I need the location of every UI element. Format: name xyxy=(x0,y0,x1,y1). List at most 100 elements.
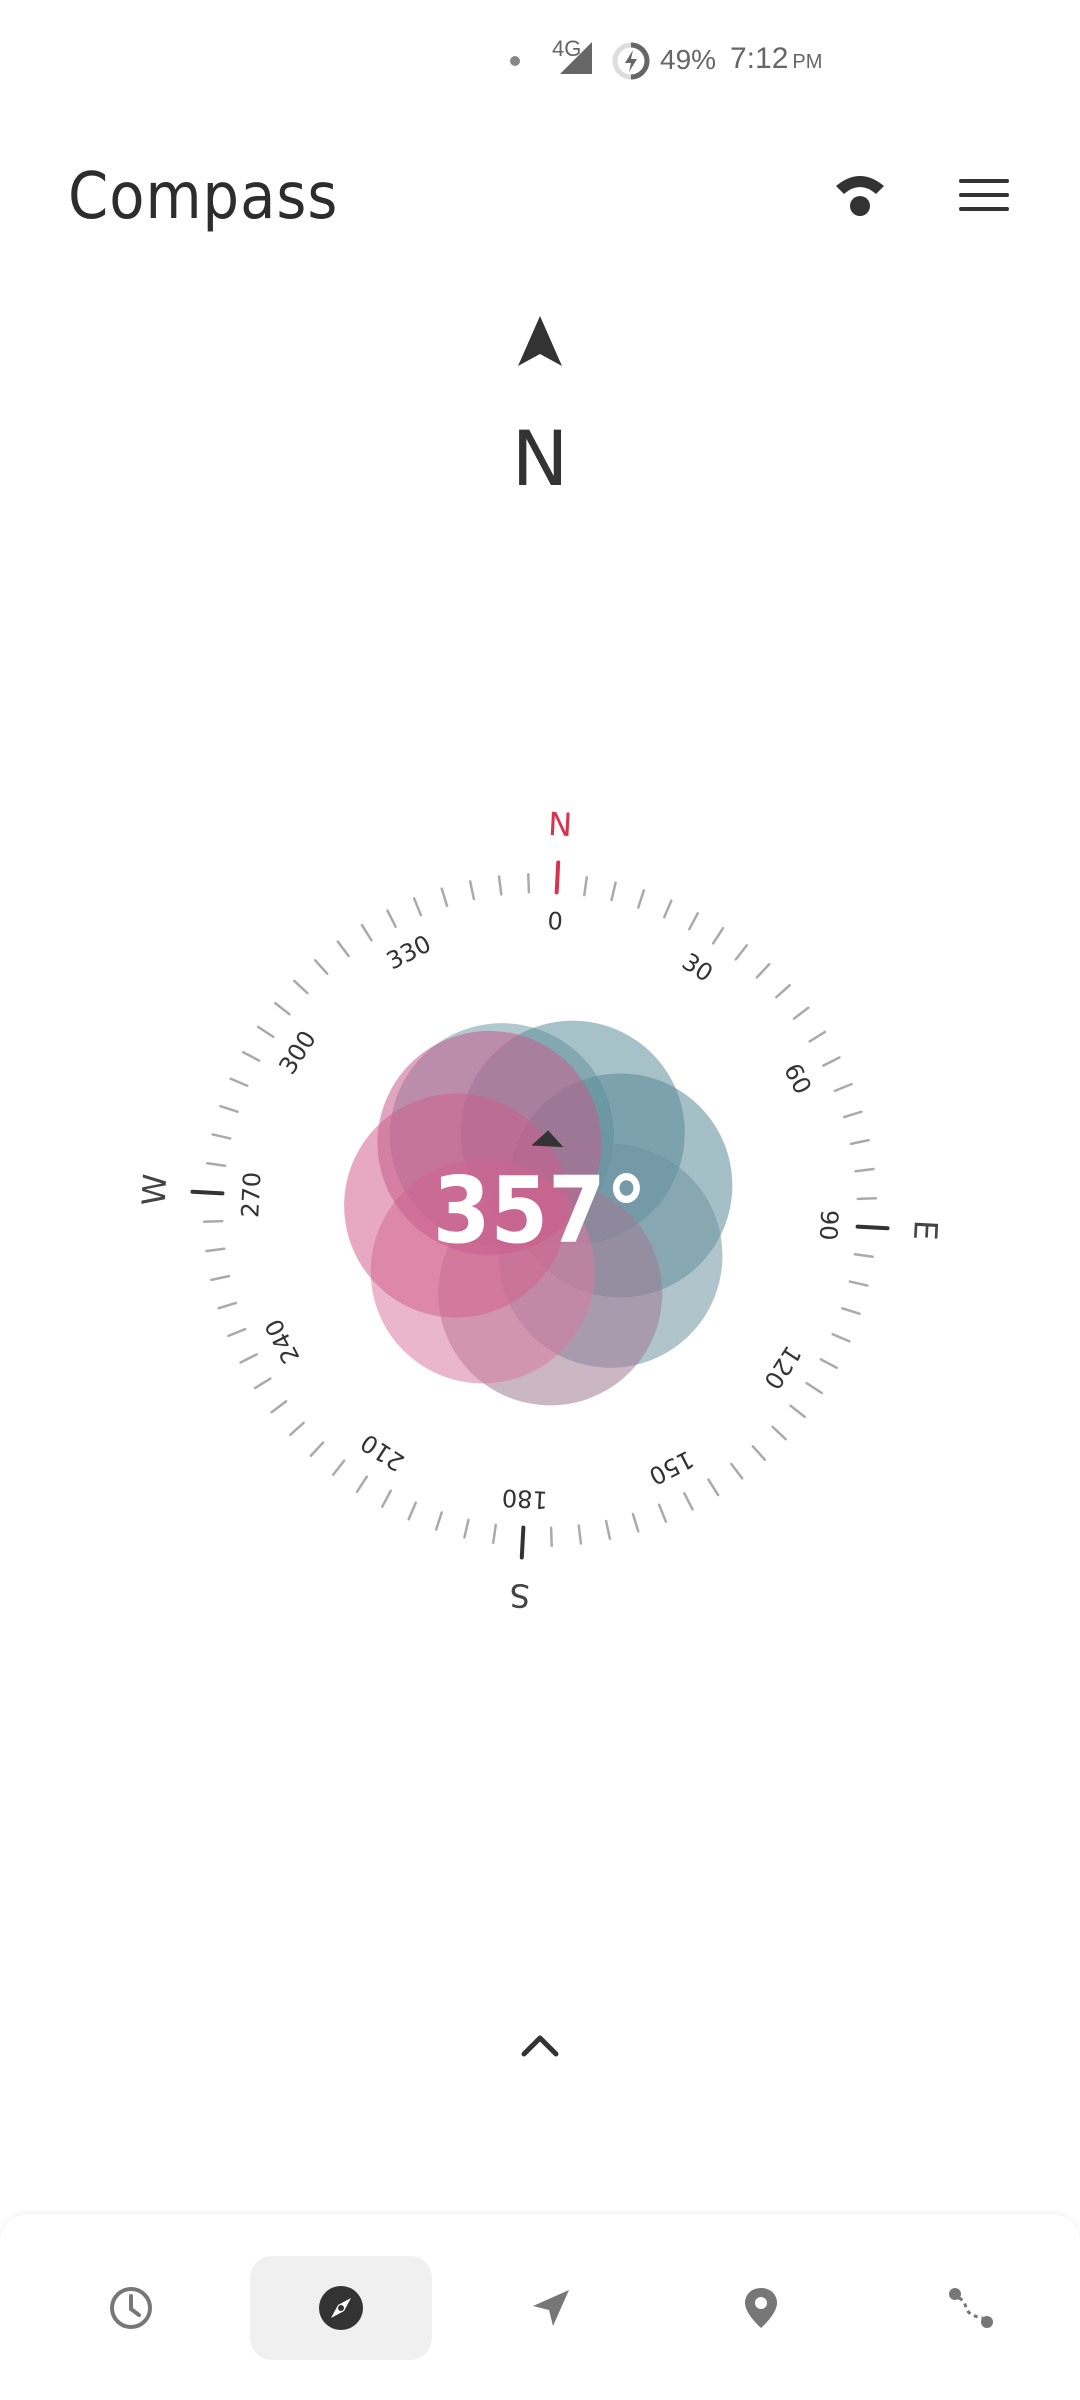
dial-tick xyxy=(202,1219,224,1223)
dial-tick xyxy=(833,1082,853,1093)
clock-time: 7:12 PM xyxy=(730,42,823,75)
navigation-arrow-icon xyxy=(533,2290,569,2326)
signal-icon xyxy=(560,42,592,74)
dial-tick xyxy=(604,1519,612,1540)
dial-tick xyxy=(853,1253,874,1259)
dial-tick xyxy=(819,1358,838,1369)
location-pin-icon xyxy=(745,2288,777,2328)
status-bar: 4G 49% 7:12 PM xyxy=(0,0,1080,120)
dial-tick xyxy=(239,1353,258,1364)
dial-tick xyxy=(657,1503,668,1523)
dial-tick xyxy=(789,1404,807,1419)
dial-tick xyxy=(331,1459,346,1477)
dial-tick xyxy=(775,983,791,999)
dial-tick xyxy=(841,1307,861,1316)
dial-tick xyxy=(688,912,699,931)
dial-degree-label: 180 xyxy=(501,1483,548,1513)
dial-tick xyxy=(519,1525,526,1560)
heading-arrow-icon xyxy=(518,316,562,366)
dial-degree-label: 300 xyxy=(273,1026,321,1080)
dial-tick xyxy=(755,963,771,979)
dial-degree-label: 150 xyxy=(644,1445,698,1491)
battery-percentage: 49% xyxy=(660,44,717,75)
compass-dial: 0 30 60 90 120 150 180 210 240 270 300 330 NESW 357… xyxy=(120,790,960,1630)
notification-dot xyxy=(510,56,520,66)
dial-tick xyxy=(217,1301,238,1310)
dial-tick xyxy=(808,1030,827,1043)
dial-tick xyxy=(313,959,329,975)
dial-degree-label: 240 xyxy=(260,1314,306,1368)
dial-tick xyxy=(527,872,531,894)
dial-tick xyxy=(577,1524,583,1545)
dial-tick xyxy=(205,1247,226,1253)
dial-tick xyxy=(463,1518,470,1539)
dial-degree-label: 330 xyxy=(382,930,436,976)
cardinal-w: W xyxy=(135,1173,175,1207)
nav-compass[interactable] xyxy=(250,2256,432,2360)
dial-tick xyxy=(792,1006,810,1020)
dial-tick xyxy=(849,1138,870,1146)
bottom-navigation xyxy=(0,2214,1080,2400)
nav-navigate[interactable] xyxy=(460,2256,642,2360)
dial-tick xyxy=(491,1523,497,1544)
nav-route[interactable] xyxy=(880,2256,1062,2360)
compass-rose xyxy=(344,1020,733,1406)
dial-tick xyxy=(206,1161,227,1167)
dial-tick xyxy=(190,1189,225,1196)
dial-degree-label: 0 xyxy=(547,907,564,936)
dial-degree-label: 30 xyxy=(677,948,718,988)
dial-tick xyxy=(227,1327,247,1338)
dial-tick xyxy=(842,1110,863,1119)
dial-tick xyxy=(211,1133,232,1140)
dial-tick xyxy=(751,1445,767,1461)
dial-tick xyxy=(711,926,725,945)
dial-tick xyxy=(309,1441,325,1457)
dial-tick xyxy=(407,1501,417,1521)
calibration-button[interactable] xyxy=(820,160,900,230)
dial-tick xyxy=(848,1280,869,1287)
dial-tick xyxy=(253,1377,272,1390)
clock-icon xyxy=(110,2287,152,2329)
dial-degree-label: 120 xyxy=(758,1341,806,1395)
dial-tick xyxy=(631,1512,640,1533)
dial-tick xyxy=(663,899,673,919)
dial-tick xyxy=(386,909,397,928)
signal-wave-icon xyxy=(836,176,884,216)
dial-tick xyxy=(355,1475,369,1494)
dial-tick xyxy=(412,897,423,917)
nav-location[interactable] xyxy=(670,2256,852,2360)
dial-tick xyxy=(831,1333,851,1343)
dial-tick xyxy=(497,875,503,896)
menu-button[interactable] xyxy=(944,160,1024,230)
dial-tick xyxy=(210,1274,231,1282)
dial-tick xyxy=(683,1492,694,1511)
nav-clock[interactable] xyxy=(40,2256,222,2360)
dial-tick xyxy=(293,979,309,995)
menu-icon xyxy=(959,179,1009,211)
dial-tick xyxy=(856,1197,878,1201)
expand-button[interactable] xyxy=(510,2020,570,2070)
dial-tick xyxy=(336,940,350,958)
dial-tick xyxy=(734,943,749,961)
dial-tick xyxy=(771,1425,787,1441)
dial-tick xyxy=(381,1489,392,1508)
dial-degree-label: 270 xyxy=(236,1171,266,1218)
cardinal-e: E xyxy=(906,1219,945,1241)
dial-tick xyxy=(855,1224,890,1231)
dial-tick xyxy=(468,880,476,901)
dial-tick xyxy=(554,860,561,895)
app-title: Compass xyxy=(68,160,339,234)
dial-degree-label: 60 xyxy=(778,1059,817,1099)
dial-tick xyxy=(360,923,373,942)
dial-tick xyxy=(270,1400,288,1414)
dial-tick xyxy=(256,1025,275,1039)
dial-tick xyxy=(637,889,646,909)
cardinal-n: N xyxy=(547,805,573,844)
dial-tick xyxy=(229,1077,249,1087)
dial-tick xyxy=(273,1001,291,1016)
dial-tick xyxy=(805,1381,824,1395)
dial-tick xyxy=(730,1462,744,1480)
dial-tick xyxy=(854,1167,875,1173)
dial-tick xyxy=(610,881,617,902)
dial-tick xyxy=(549,1526,553,1548)
